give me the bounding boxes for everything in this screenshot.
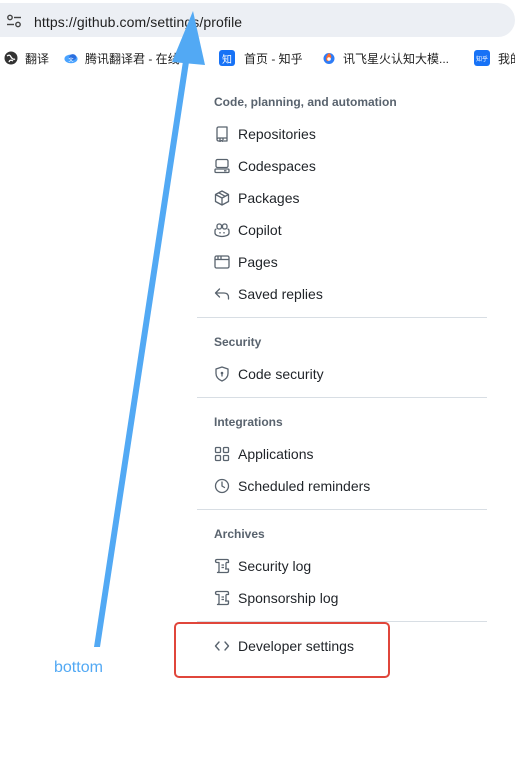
menu-item-label: Pages (238, 254, 278, 270)
menu-item-repositories[interactable]: Repositories (214, 123, 316, 145)
menu-item-label: Packages (238, 190, 300, 206)
site-info-icon[interactable] (6, 14, 22, 28)
address-bar: https://github.com/settings/profile (0, 0, 515, 40)
log-icon (214, 590, 230, 606)
url-field[interactable]: https://github.com/settings/profile (0, 3, 515, 37)
zhihu-small-icon: 知乎 (474, 50, 490, 66)
iflytek-spark-icon (322, 51, 336, 65)
menu-item-label: Codespaces (238, 158, 316, 174)
section-title-code: Code, planning, and automation (214, 95, 397, 109)
url-text[interactable]: https://github.com/settings/profile (34, 14, 242, 30)
menu-item-label: Repositories (238, 126, 316, 142)
globe-icon (4, 51, 18, 65)
reply-icon (214, 288, 230, 300)
log-icon (214, 558, 230, 574)
svg-text:文: 文 (68, 56, 74, 64)
menu-item-label: Scheduled reminders (238, 478, 371, 494)
package-icon (214, 190, 230, 206)
tencent-translate-icon: 文 (64, 51, 78, 65)
menu-item-copilot[interactable]: Copilot (214, 219, 282, 241)
section-title-security: Security (214, 335, 262, 349)
clock-icon (214, 478, 230, 494)
menu-item-scheduled-reminders[interactable]: Scheduled reminders (214, 475, 370, 497)
divider (197, 317, 487, 318)
divider (197, 509, 487, 510)
zhihu-icon: 知 (219, 50, 235, 66)
bookmark-label: 讯飞星火认知大模... (343, 51, 450, 66)
menu-item-code-security[interactable]: Code security (214, 363, 324, 385)
menu-item-codespaces[interactable]: Codespaces (214, 155, 316, 177)
shield-icon (215, 366, 229, 382)
section-title-integrations: Integrations (214, 415, 283, 429)
bookmark-tencent-translate[interactable]: 文 腾讯翻译君 - 在线 (64, 49, 180, 67)
menu-item-label: Applications (238, 446, 314, 462)
bookmark-label: 腾讯翻译君 - 在线 (85, 51, 180, 66)
menu-item-label: Code security (238, 366, 324, 382)
browser-icon (214, 255, 230, 269)
bookmark-label: 翻译 (25, 51, 50, 66)
apps-icon (214, 446, 230, 462)
annotation-label: bottom (54, 659, 103, 676)
menu-item-applications[interactable]: Applications (214, 443, 314, 465)
bookmark-iflytek[interactable]: 讯飞星火认知大模... (322, 49, 449, 67)
menu-item-packages[interactable]: Packages (214, 187, 299, 209)
bookmark-translate[interactable]: 翻译 (4, 49, 49, 67)
menu-item-saved-replies[interactable]: Saved replies (214, 283, 323, 305)
bookmark-zhihu[interactable]: 知 首页 - 知乎 (219, 49, 303, 67)
highlight-box (174, 622, 390, 678)
codespaces-icon (214, 158, 230, 174)
copilot-icon (214, 223, 230, 238)
menu-item-label: Copilot (238, 222, 282, 238)
menu-item-pages[interactable]: Pages (214, 251, 278, 273)
menu-item-security-log[interactable]: Security log (214, 555, 311, 577)
bookmark-mine[interactable]: 知乎 我的 (474, 49, 515, 67)
divider (197, 397, 487, 398)
section-title-archives: Archives (214, 527, 265, 541)
repo-icon (216, 126, 228, 142)
menu-item-label: Sponsorship log (238, 590, 339, 606)
menu-item-sponsorship-log[interactable]: Sponsorship log (214, 587, 338, 609)
bookmark-label: 我的 (498, 51, 515, 66)
menu-item-label: Security log (238, 558, 312, 574)
bookmarks-bar: 翻译 文 腾讯翻译君 - 在线 知 首页 - 知乎 讯飞星火认知大模... 知乎… (0, 40, 515, 74)
menu-item-label: Saved replies (238, 286, 323, 302)
bookmark-label: 首页 - 知乎 (244, 51, 303, 66)
